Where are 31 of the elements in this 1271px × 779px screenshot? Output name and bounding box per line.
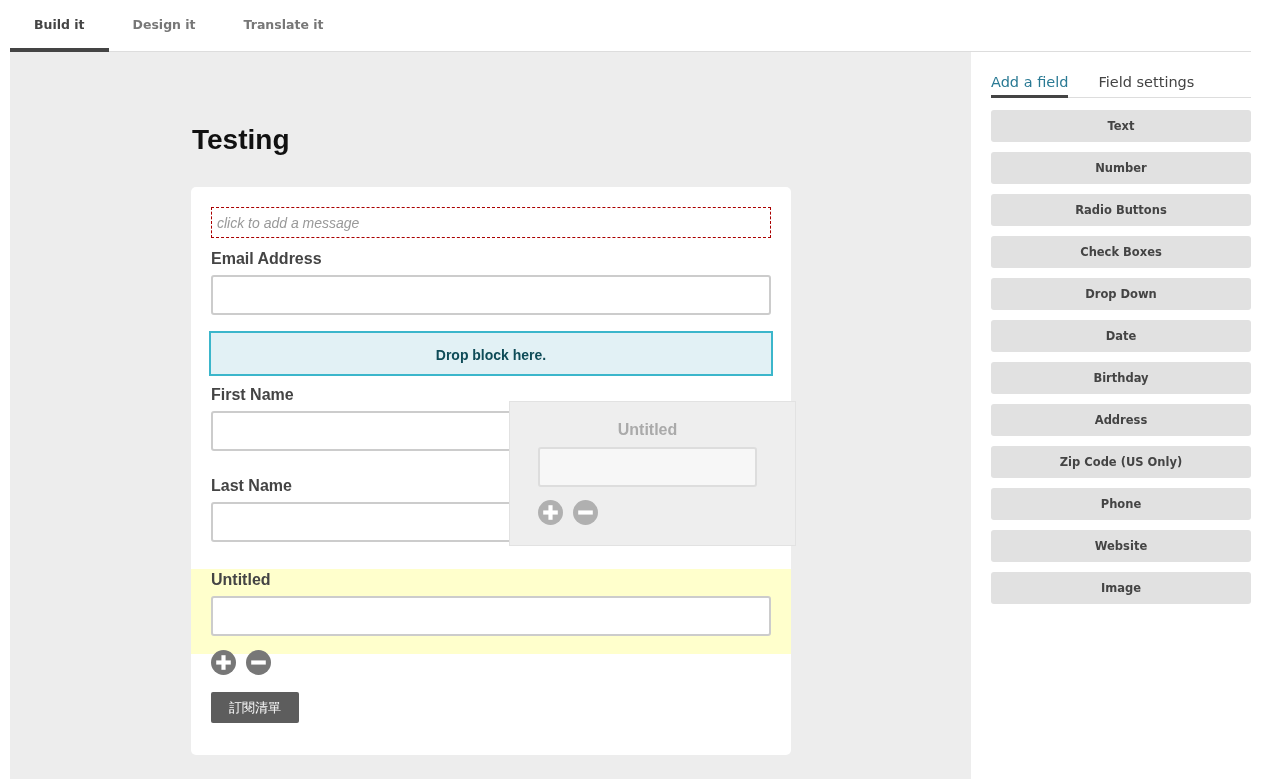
panel-tab[interactable]: Add a field <box>991 72 1069 98</box>
field-label: Last Name <box>211 477 292 495</box>
field-type-button[interactable]: Birthday <box>991 362 1251 394</box>
field-type-button[interactable]: Phone <box>991 488 1251 520</box>
field-type-button[interactable]: Zip Code (US Only) <box>991 446 1251 478</box>
field-type-button[interactable]: Image <box>991 572 1251 604</box>
text-input[interactable] <box>211 275 771 315</box>
field-label: First Name <box>211 386 294 404</box>
add-icon[interactable] <box>211 650 236 675</box>
field-type-button[interactable]: Address <box>991 404 1251 436</box>
field-type-button[interactable]: Drop Down <box>991 278 1251 310</box>
field-label: Untitled <box>617 421 678 439</box>
add-icon[interactable] <box>538 500 563 525</box>
form-title: Testing <box>192 124 291 156</box>
drop-zone: Drop block here. <box>209 331 773 376</box>
field-type-button[interactable]: Check Boxes <box>991 236 1251 268</box>
text-input[interactable] <box>211 596 771 636</box>
subscribe-button[interactable]: 訂閱清單 <box>211 692 299 723</box>
field-type-button[interactable]: Text <box>991 110 1251 142</box>
field-type-button[interactable]: Number <box>991 152 1251 184</box>
tab[interactable]: Design it <box>108 0 220 52</box>
field-type-button[interactable]: Date <box>991 320 1251 352</box>
tab[interactable]: Translate it <box>219 0 348 52</box>
message-field[interactable]: click to add a message <box>211 207 771 238</box>
field-type-button[interactable]: Radio Buttons <box>991 194 1251 226</box>
field-label: Email Address <box>211 250 322 268</box>
panel-tab[interactable]: Field settings <box>1098 72 1195 98</box>
field-type-button[interactable]: Website <box>991 530 1251 562</box>
remove-icon[interactable] <box>246 650 271 675</box>
remove-icon[interactable] <box>573 500 598 525</box>
field-label: Untitled <box>211 571 271 589</box>
